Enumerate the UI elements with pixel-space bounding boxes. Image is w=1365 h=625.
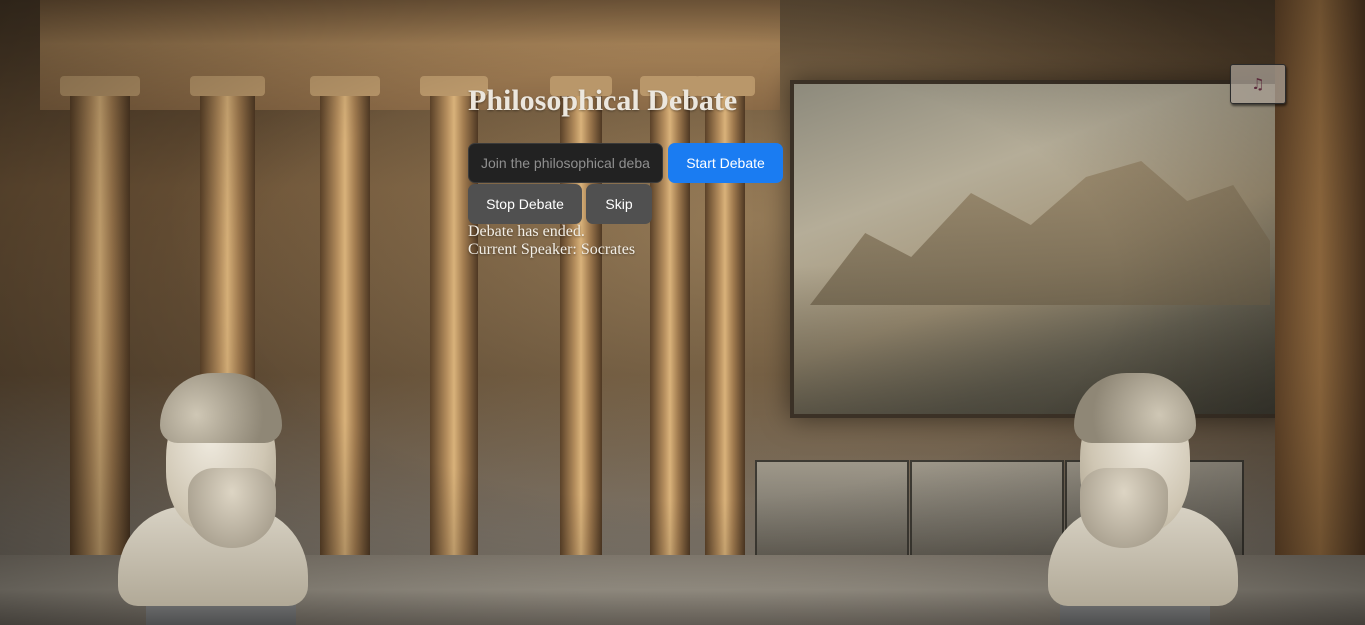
page-title: Philosophical Debate bbox=[468, 84, 738, 117]
debate-controls-primary: Start Debate bbox=[468, 143, 783, 183]
stop-debate-button[interactable]: Stop Debate bbox=[468, 184, 582, 224]
philosopher-bust-left bbox=[118, 373, 308, 625]
skip-button[interactable]: Skip bbox=[586, 184, 652, 224]
debate-status-panel: Debate has ended. Current Speaker: Socra… bbox=[468, 223, 635, 259]
bust-beard bbox=[188, 468, 276, 548]
bust-hair bbox=[160, 373, 282, 443]
debate-status-text: Debate has ended. bbox=[468, 223, 585, 240]
current-speaker-text: Current Speaker: Socrates bbox=[468, 241, 636, 258]
start-debate-button[interactable]: Start Debate bbox=[668, 143, 783, 183]
debate-topic-input[interactable] bbox=[468, 143, 663, 183]
bust-beard bbox=[1080, 468, 1168, 548]
bust-hair bbox=[1074, 373, 1196, 443]
philosopher-bust-right bbox=[1048, 373, 1238, 625]
music-toggle-button[interactable]: ♫ bbox=[1230, 64, 1286, 104]
debate-controls-secondary: Stop Debate Skip bbox=[468, 184, 652, 224]
music-note-icon: ♫ bbox=[1251, 75, 1265, 93]
